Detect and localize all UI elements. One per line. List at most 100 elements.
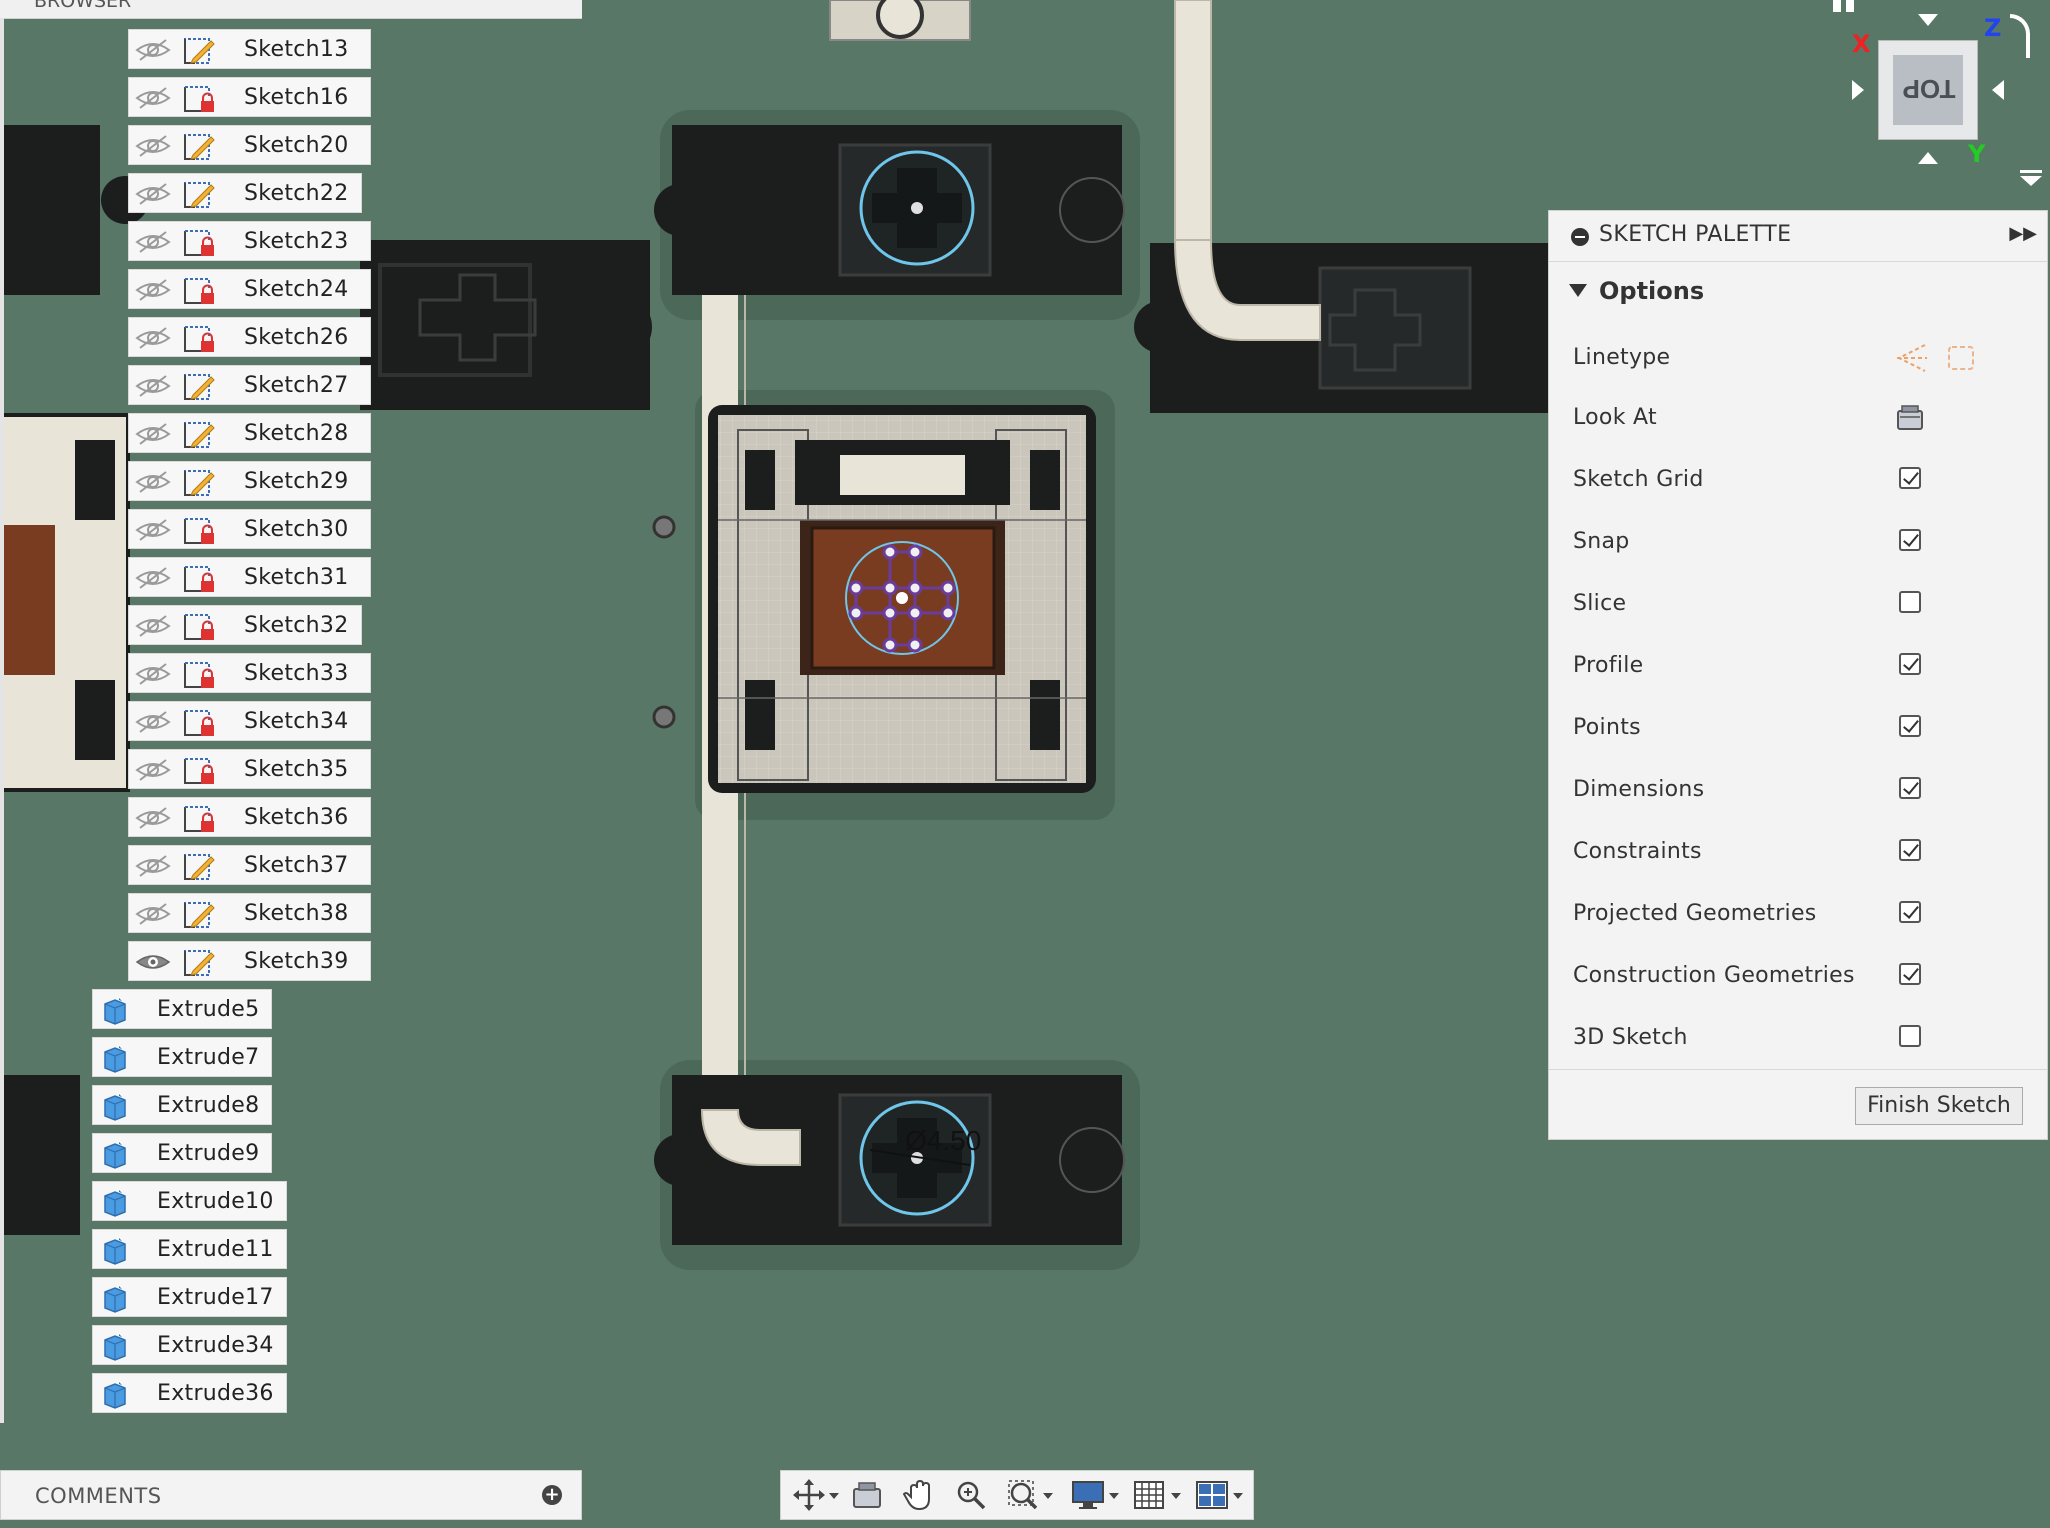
pan-hand-icon[interactable] — [903, 1479, 935, 1511]
arrow-up-icon[interactable] — [1918, 152, 1938, 164]
sketch-edit-icon — [181, 131, 217, 167]
sketch-locked-icon — [181, 563, 217, 599]
arrow-left-icon[interactable] — [1992, 80, 2004, 100]
sketch-locked-icon — [181, 659, 217, 695]
viewcube-top-label: TOP — [1902, 74, 1956, 104]
rotate-arrow-icon[interactable] — [2010, 14, 2030, 58]
tree-item-sketch37[interactable]: Sketch37 — [128, 845, 371, 885]
tree-item-extrude8[interactable]: Extrude8 — [92, 1085, 272, 1125]
eye-hidden-icon[interactable] — [135, 230, 171, 258]
eye-hidden-icon[interactable] — [135, 470, 171, 498]
tree-item-sketch36[interactable]: Sketch36 — [128, 797, 371, 837]
tree-item-sketch35[interactable]: Sketch35 — [128, 749, 371, 789]
tree-item-sketch13[interactable]: Sketch13 — [128, 29, 371, 69]
eye-hidden-icon[interactable] — [135, 758, 171, 786]
extrude-body-icon — [99, 1188, 129, 1222]
viewports-icon[interactable] — [1195, 1479, 1245, 1511]
eye-visible-icon[interactable] — [135, 950, 171, 978]
constraints-checkbox[interactable] — [1899, 839, 1921, 861]
tree-item-sketch31[interactable]: Sketch31 — [128, 557, 371, 597]
eye-hidden-icon[interactable] — [135, 326, 171, 354]
3d-sketch-checkbox[interactable] — [1899, 1025, 1921, 1047]
palette-title: SKETCH PALETTE — [1599, 222, 1792, 247]
eye-hidden-icon[interactable] — [135, 38, 171, 66]
tree-item-sketch20[interactable]: Sketch20 — [128, 125, 371, 165]
fast-forward-icon[interactable]: ▶▶ — [2009, 223, 2037, 244]
eye-hidden-icon[interactable] — [135, 566, 171, 594]
tree-item-extrude5[interactable]: Extrude5 — [92, 989, 272, 1029]
fit-zoom-icon[interactable] — [1007, 1479, 1053, 1511]
look-at-icon[interactable] — [1895, 403, 1925, 433]
eye-hidden-icon[interactable] — [135, 902, 171, 930]
tree-item-sketch27[interactable]: Sketch27 — [128, 365, 371, 405]
eye-hidden-icon[interactable] — [135, 134, 171, 162]
grid-settings-icon[interactable] — [1133, 1479, 1183, 1511]
eye-hidden-icon[interactable] — [135, 854, 171, 882]
sketch-grid-checkbox[interactable] — [1899, 467, 1921, 489]
dimensions-checkbox[interactable] — [1899, 777, 1921, 799]
options-section-toggle[interactable]: Options — [1569, 277, 1704, 305]
tree-item-sketch24[interactable]: Sketch24 — [128, 269, 371, 309]
constraints-row: Constraints — [1573, 833, 2013, 873]
tree-item-sketch28[interactable]: Sketch28 — [128, 413, 371, 453]
viewcube-face[interactable]: TOP — [1878, 40, 1978, 140]
eye-hidden-icon[interactable] — [135, 86, 171, 114]
profile-checkbox[interactable] — [1899, 653, 1921, 675]
zoom-icon[interactable] — [955, 1479, 987, 1511]
view-cube[interactable]: TOP X Y Z — [1830, 0, 2050, 200]
eye-hidden-icon[interactable] — [135, 278, 171, 306]
tree-item-extrude11[interactable]: Extrude11 — [92, 1229, 287, 1269]
browser-header[interactable]: BROWSER — [0, 0, 582, 19]
eye-hidden-icon[interactable] — [135, 518, 171, 546]
points-checkbox[interactable] — [1899, 715, 1921, 737]
tree-item-sketch16[interactable]: Sketch16 — [128, 77, 371, 117]
display-settings-icon[interactable] — [1071, 1479, 1121, 1511]
browser-header-label: BROWSER — [34, 0, 132, 12]
add-comment-icon[interactable]: + — [542, 1485, 562, 1505]
tree-item-sketch30[interactable]: Sketch30 — [128, 509, 371, 549]
eye-hidden-icon[interactable] — [135, 422, 171, 450]
tree-item-sketch39[interactable]: Sketch39 — [128, 941, 371, 981]
tree-item-label: Sketch22 — [244, 180, 349, 206]
eye-hidden-icon[interactable] — [135, 710, 171, 738]
extrude-body-icon — [99, 1284, 129, 1318]
orbit-icon[interactable] — [793, 1479, 839, 1511]
arrow-right-icon[interactable] — [1852, 80, 1864, 100]
tree-item-sketch32[interactable]: Sketch32 — [128, 605, 362, 645]
sketch-locked-icon — [181, 755, 217, 791]
slice-checkbox[interactable] — [1899, 591, 1921, 613]
look-at-toolbar-icon[interactable] — [851, 1479, 883, 1511]
tree-item-sketch23[interactable]: Sketch23 — [128, 221, 371, 261]
eye-hidden-icon[interactable] — [135, 374, 171, 402]
tree-item-sketch22[interactable]: Sketch22 — [128, 173, 362, 213]
arrow-down-icon[interactable] — [1918, 14, 1938, 26]
collapse-icon[interactable] — [1571, 228, 1589, 246]
tree-item-sketch34[interactable]: Sketch34 — [128, 701, 371, 741]
comments-panel[interactable]: COMMENTS + — [0, 1470, 582, 1520]
eye-hidden-icon[interactable] — [135, 182, 171, 210]
palette-header[interactable]: SKETCH PALETTE ▶▶ — [1549, 211, 2047, 262]
tree-item-extrude10[interactable]: Extrude10 — [92, 1181, 287, 1221]
eye-hidden-icon[interactable] — [135, 614, 171, 642]
tree-item-sketch29[interactable]: Sketch29 — [128, 461, 371, 501]
construction-linetype-icon[interactable] — [1893, 341, 1929, 375]
sketch-edit-icon — [181, 851, 217, 887]
tree-item-sketch33[interactable]: Sketch33 — [128, 653, 371, 693]
tree-item-label: Sketch37 — [244, 852, 349, 878]
eye-hidden-icon[interactable] — [135, 662, 171, 690]
viewcube-menu-icon[interactable] — [2020, 170, 2042, 186]
snap-checkbox[interactable] — [1899, 529, 1921, 551]
tree-item-extrude36[interactable]: Extrude36 — [92, 1373, 287, 1413]
projected-geometries-checkbox[interactable] — [1899, 901, 1921, 923]
finish-sketch-button[interactable]: Finish Sketch — [1855, 1087, 2023, 1125]
centerline-linetype-icon[interactable] — [1943, 341, 1979, 375]
eye-hidden-icon[interactable] — [135, 806, 171, 834]
tree-item-sketch38[interactable]: Sketch38 — [128, 893, 371, 933]
tree-item-extrude9[interactable]: Extrude9 — [92, 1133, 272, 1173]
tree-item-extrude34[interactable]: Extrude34 — [92, 1325, 287, 1365]
sketch-locked-icon — [181, 83, 217, 119]
construction-geometries-checkbox[interactable] — [1899, 963, 1921, 985]
tree-item-sketch26[interactable]: Sketch26 — [128, 317, 371, 357]
tree-item-extrude17[interactable]: Extrude17 — [92, 1277, 287, 1317]
tree-item-extrude7[interactable]: Extrude7 — [92, 1037, 272, 1077]
